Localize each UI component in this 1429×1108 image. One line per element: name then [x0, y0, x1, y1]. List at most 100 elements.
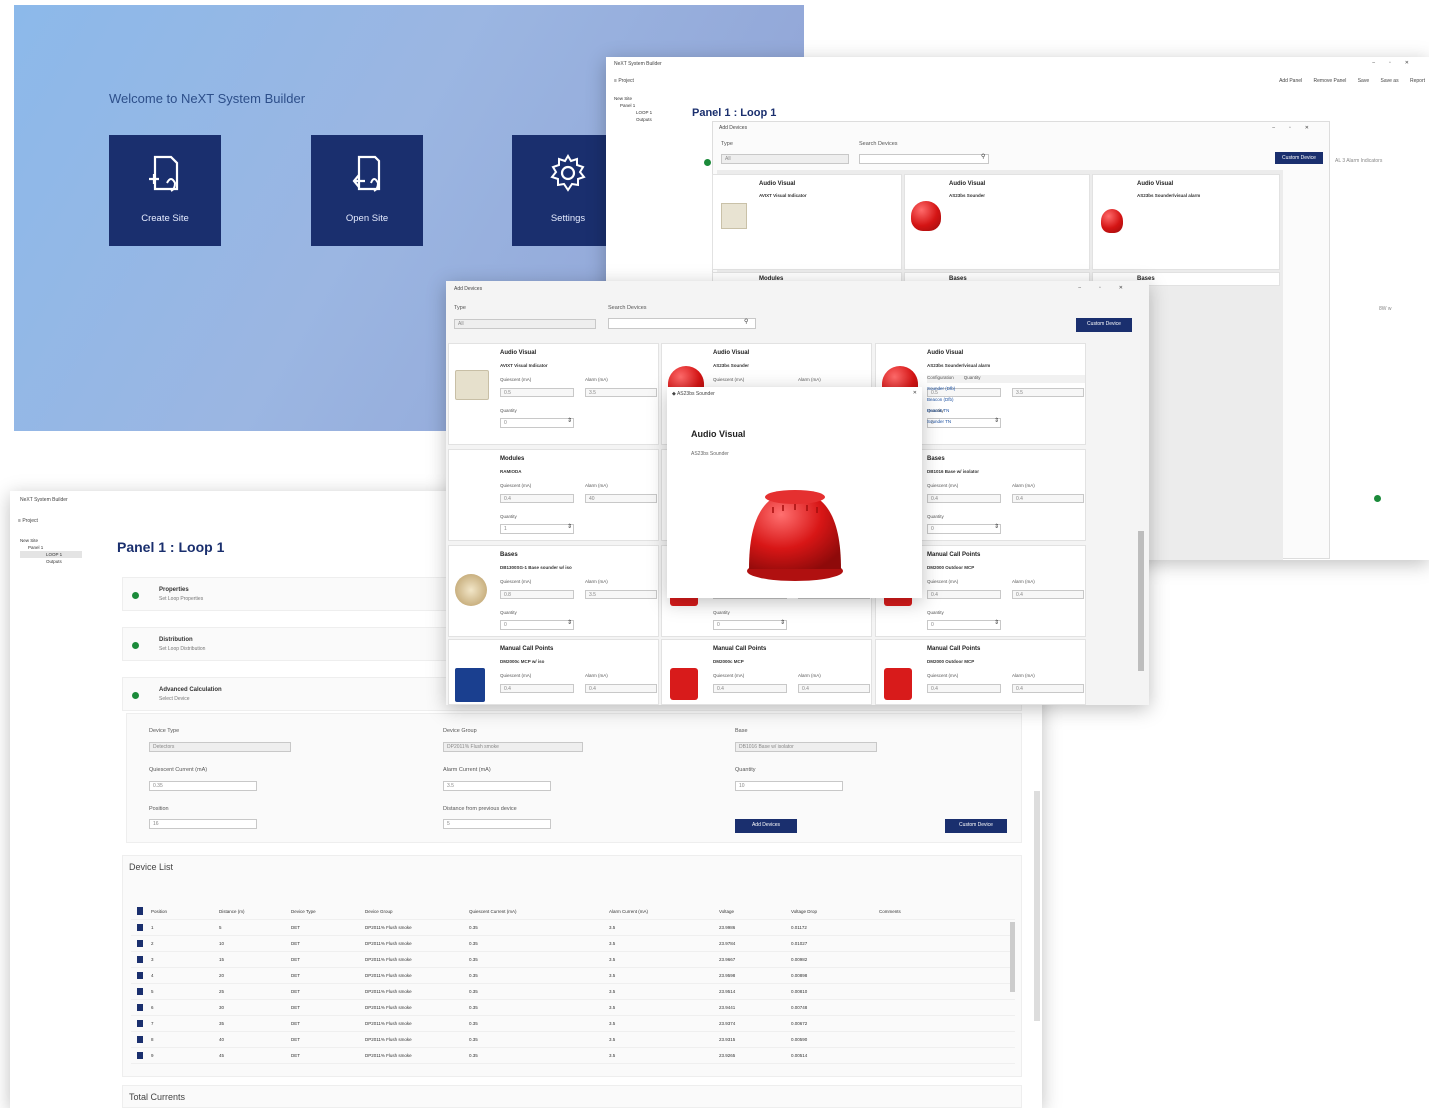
quiescent-input[interactable]: 0.5	[500, 388, 574, 397]
device-group-select[interactable]: DP2011% Flush smoke	[443, 742, 583, 752]
custom-device-button[interactable]: Custom Device	[945, 819, 1007, 833]
device-card[interactable]: Manual Call Points DM2000c MCP w/ iso Quie…	[448, 639, 659, 705]
header-voltage[interactable]: Voltage	[719, 909, 734, 914]
header-device-type[interactable]: Device Type	[291, 909, 316, 914]
row-device-icon[interactable]	[137, 1052, 143, 1059]
alarm-input[interactable]: 3.5	[1012, 388, 1084, 397]
quantity-spinner-icon[interactable]: ⇕	[994, 523, 999, 530]
configuration-row[interactable]: Sounder (Dfb)	[927, 386, 955, 391]
top-card-1[interactable]: Audio Visual AVIXT Visual Indicator	[712, 174, 902, 270]
row-device-icon[interactable]	[137, 1020, 143, 1027]
quantity-input[interactable]: 1	[500, 524, 574, 534]
quantity-spinner-icon[interactable]: ⇕	[567, 523, 572, 530]
row-device-icon[interactable]	[137, 956, 143, 963]
bottom-tree-loop[interactable]: LOOP 1	[20, 551, 82, 558]
add-panel-button[interactable]: Add Panel	[1279, 78, 1302, 84]
row-device-icon[interactable]	[137, 924, 143, 931]
select-all-icon[interactable]	[137, 907, 143, 915]
quiescent-input[interactable]: 0.4	[500, 684, 574, 693]
quiescent-input[interactable]: 0.4	[927, 494, 1001, 503]
alarm-input[interactable]: 0.4	[1012, 684, 1084, 693]
top-custom-device-button[interactable]: Custom Device	[1275, 152, 1323, 164]
alarm-input[interactable]: 40	[585, 494, 657, 503]
quiescent-input[interactable]: 0.4	[927, 590, 1001, 599]
alarm-input[interactable]: 0.4	[1012, 494, 1084, 503]
header-comments[interactable]: Comments	[879, 909, 901, 914]
quiescent-input[interactable]: 0.8	[500, 590, 574, 599]
configuration-row[interactable]: Beacon (Dfb)	[927, 397, 954, 402]
top-menu-project[interactable]: ≡ Project	[614, 78, 634, 84]
top-type-select[interactable]: All	[721, 154, 849, 164]
save-as-button[interactable]: Save as	[1381, 78, 1399, 84]
card-grid-scrollbar[interactable]	[1138, 531, 1144, 671]
header-alarm[interactable]: Alarm Current (mA)	[609, 909, 648, 914]
bottom-tree-site[interactable]: New Site	[20, 537, 82, 544]
alarm-input[interactable]: 0.4	[1012, 590, 1084, 599]
mid-search-icon[interactable]: ⚲	[744, 318, 748, 325]
quantity-input[interactable]: 0	[713, 620, 787, 630]
mid-search-input[interactable]	[608, 318, 756, 329]
alarm-input[interactable]: 0.4	[798, 684, 870, 693]
table-row[interactable]: 6 30 DET DP2011% Flush smoke 0.35 3.5 23.9441 0…	[131, 1000, 1015, 1016]
add-devices-button[interactable]: Add Devices	[735, 819, 797, 833]
top-search-icon[interactable]: ⚲	[981, 153, 985, 160]
window-controls[interactable]: –▫✕	[1372, 60, 1423, 66]
top-dialog-controls[interactable]: –▫✕	[1272, 125, 1323, 131]
top-search-input[interactable]	[859, 154, 989, 164]
table-row[interactable]: 2 10 DET DP2011% Flush smoke 0.35 3.5 23.9784 0…	[131, 936, 1015, 952]
device-card[interactable]: Manual Call Points DM2000 Outdoor MCP Quie…	[875, 639, 1086, 705]
remove-panel-button[interactable]: Remove Panel	[1314, 78, 1347, 84]
header-voltage-drop[interactable]: Voltage Drop	[791, 909, 817, 914]
top-card-2[interactable]: Audio Visual AS23bs Sounder	[904, 174, 1090, 270]
table-row[interactable]: 5 25 DET DP2011% Flush smoke 0.35 3.5 23.9514 0…	[131, 984, 1015, 1000]
row-device-icon[interactable]	[137, 1004, 143, 1011]
tree-item-loop[interactable]: LOOP 1	[614, 109, 652, 116]
row-device-icon[interactable]	[137, 972, 143, 979]
row-device-icon[interactable]	[137, 988, 143, 995]
table-row[interactable]: 4 20 DET DP2011% Flush smoke 0.35 3.5 23.9598 0…	[131, 968, 1015, 984]
alarm-input[interactable]: 3.5	[443, 781, 551, 791]
header-distance[interactable]: Distance (m)	[219, 909, 245, 914]
save-button[interactable]: Save	[1358, 78, 1369, 84]
top-card-3[interactable]: Audio Visual AS23bs Sounder/visual alarm	[1092, 174, 1280, 270]
quantity-input[interactable]: 0	[927, 620, 1001, 630]
device-card[interactable]: Modules RAMIODA Quiescent (mA) Alarm (mA) 0.…	[448, 449, 659, 541]
mid-type-select[interactable]: All	[454, 319, 596, 329]
quiescent-input[interactable]: 0.4	[927, 684, 1001, 693]
alarm-input[interactable]: 3.5	[585, 388, 657, 397]
quiescent-input[interactable]: 0.4	[713, 684, 787, 693]
tree-item-panel[interactable]: Panel 1	[614, 102, 652, 109]
popup-close-icon[interactable]: ✕	[913, 390, 917, 396]
alarm-input[interactable]: 0.4	[585, 684, 657, 693]
header-quiescent[interactable]: Quiescent Current (mA)	[469, 909, 517, 914]
quiescent-input[interactable]: 0.35	[149, 781, 257, 791]
table-row[interactable]: 8 40 DET DP2011% Flush smoke 0.35 3.5 23.9315 0…	[131, 1032, 1015, 1048]
bottom-tree-panel[interactable]: Panel 1	[20, 544, 82, 551]
report-button[interactable]: Report	[1410, 78, 1425, 84]
top-right-select[interactable]: AL 3 Alarm Indicators	[1332, 157, 1422, 167]
bottom-window-scrollbar[interactable]	[1034, 791, 1040, 1021]
table-row[interactable]: 1 5 DET DP2011% Flush smoke 0.35 3.5 23.9986 0.…	[131, 920, 1015, 936]
quantity-spinner-icon[interactable]: ⇕	[567, 417, 572, 424]
quantity-spinner-icon[interactable]: ⇕	[780, 619, 785, 626]
quantity-input[interactable]: 0	[500, 418, 574, 428]
table-row[interactable]: 3 15 DET DP2011% Flush smoke 0.35 3.5 23.9667 0…	[131, 952, 1015, 968]
open-site-tile[interactable]: Open Site	[311, 135, 423, 246]
base-select[interactable]: DB1016 Base w/ isolator	[735, 742, 877, 752]
bottom-menu-project[interactable]: ≡ Project	[18, 518, 38, 524]
quantity-input[interactable]: 0	[927, 524, 1001, 534]
add-devices-controls[interactable]: –▫✕	[1078, 285, 1141, 291]
tree-item-outputs[interactable]: Outputs	[614, 116, 652, 123]
quantity-spinner-icon[interactable]: ⇕	[994, 417, 999, 424]
header-position[interactable]: Position	[151, 909, 167, 914]
device-card[interactable]: Bases DB1300SG-1 Base sounder w/ iso Quies…	[448, 545, 659, 637]
quantity-spinner-icon[interactable]: ⇕	[567, 619, 572, 626]
quantity-spinner-icon[interactable]: ⇕	[994, 619, 999, 626]
configuration-row[interactable]: Beacon TN	[927, 408, 949, 413]
table-row[interactable]: 7 35 DET DP2011% Flush smoke 0.35 3.5 23.9374 0…	[131, 1016, 1015, 1032]
quantity-input[interactable]: 10	[735, 781, 843, 791]
row-device-icon[interactable]	[137, 940, 143, 947]
table-row[interactable]: 9 45 DET DP2011% Flush smoke 0.35 3.5 23.9265 0…	[131, 1048, 1015, 1064]
header-device-group[interactable]: Device Group	[365, 909, 393, 914]
mid-custom-device-button[interactable]: Custom Device	[1076, 318, 1132, 332]
